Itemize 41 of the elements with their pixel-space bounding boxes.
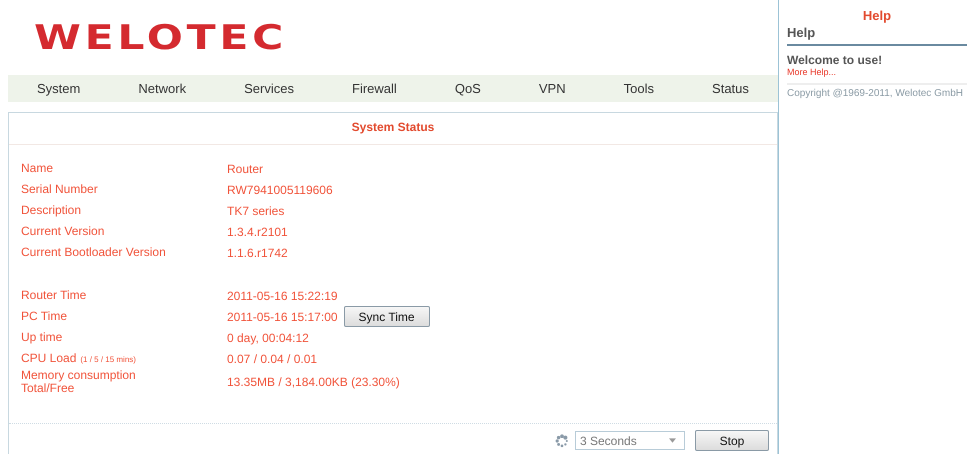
help-heading: Help xyxy=(862,8,892,23)
stop-button[interactable]: Stop xyxy=(695,430,769,451)
nav-item[interactable]: VPN xyxy=(538,81,566,96)
copyright-text: Copyright @1969-2011, Welotec GmbH xyxy=(787,83,967,99)
field-label: Up time xyxy=(21,331,62,344)
panel-title: System Status xyxy=(9,113,777,145)
more-help-link[interactable]: More Help... xyxy=(787,67,836,77)
field-label: PC Time xyxy=(21,310,68,323)
help-title: Help xyxy=(787,23,967,46)
interval-dropdown[interactable]: 3 Seconds xyxy=(575,431,685,450)
nav-item[interactable]: Status xyxy=(712,81,749,96)
field-label: Serial Number xyxy=(21,183,98,196)
field-value: 1.1.6.r1742 xyxy=(227,246,288,260)
logo: WELOTEC xyxy=(34,18,288,58)
nav-item[interactable]: Network xyxy=(138,81,186,96)
field-label: Current Bootloader Version xyxy=(21,246,166,259)
nav-item[interactable]: System xyxy=(37,81,80,96)
field-label: Description xyxy=(21,204,82,217)
field-value: RW7941005119606 xyxy=(227,182,333,196)
nav-item[interactable]: Tools xyxy=(624,81,654,96)
sync-time-button[interactable]: Sync Time xyxy=(344,306,430,327)
field-value: 2011-05-16 15:22:19 xyxy=(227,288,338,302)
field-label: Memory consumption Total/Free xyxy=(21,369,136,395)
field-value: 0.07 / 0.04 / 0.01 xyxy=(227,352,318,366)
field-label: CPU Load xyxy=(21,352,76,365)
field-label: Name xyxy=(21,162,54,175)
field-label: Router Time xyxy=(21,289,86,302)
field-value: 2011-05-16 15:17:00 xyxy=(227,310,338,324)
field-value: 1.3.4.r2101 xyxy=(227,224,288,238)
field-value: Router xyxy=(227,162,264,176)
nav-item[interactable]: Services xyxy=(244,81,294,96)
welcome-text: Welcome to use! xyxy=(787,53,882,67)
field-label: Current Version xyxy=(21,225,104,238)
nav-item[interactable]: QoS xyxy=(454,81,481,96)
field-value: 0 day, 00:04:12 xyxy=(227,330,309,344)
caret-icon xyxy=(669,438,676,443)
field-value: 13.35MB / 3,184.00KB (23.30%) xyxy=(227,375,400,389)
loading-spinner-icon xyxy=(555,434,569,448)
field-value: TK7 series xyxy=(227,204,284,218)
field-note: (1 / 5 / 15 mins) xyxy=(80,355,136,364)
nav-item[interactable]: Firewall xyxy=(352,81,397,96)
